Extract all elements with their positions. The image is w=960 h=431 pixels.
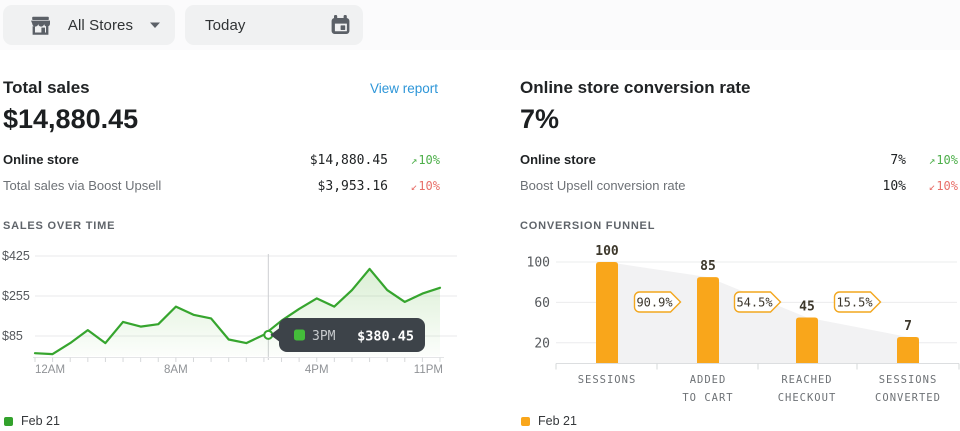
svg-text:11PM: 11PM <box>414 364 443 375</box>
metric-label: Online store <box>520 152 786 167</box>
svg-text:SESSIONS: SESSIONS <box>879 374 938 386</box>
metric-delta-badge: ↙10% <box>906 179 958 193</box>
svg-text:ADDED: ADDED <box>690 374 727 386</box>
metric-delta-badge: ↗10% <box>388 153 440 167</box>
trend-arrow-icon: ↗ <box>929 154 936 167</box>
metric-delta-badge: ↗10% <box>906 153 958 167</box>
conversion-funnel-heading: CONVERSION FUNNEL <box>520 220 655 232</box>
svg-text:90.9%: 90.9% <box>636 296 673 310</box>
metric-row-boost-upsell-sales: Total sales via Boost Upsell $3,953.16 ↙… <box>3 178 440 198</box>
trend-arrow-icon: ↙ <box>411 180 418 193</box>
svg-text:$85: $85 <box>2 329 23 343</box>
legend-label: Feb 21 <box>538 414 577 428</box>
svg-text:54.5%: 54.5% <box>736 296 773 310</box>
svg-text:SESSIONS: SESSIONS <box>578 374 637 386</box>
top-toolbar: All Stores Today <box>0 0 960 50</box>
metric-value: 7% <box>786 153 906 168</box>
svg-text:REACHED: REACHED <box>781 374 832 386</box>
conversion-rate-panel: Online store conversion rate 7% Online s… <box>520 50 960 431</box>
conversion-rate-value: 7% <box>520 104 559 135</box>
legend-swatch-green <box>4 417 13 426</box>
date-range-label: Today <box>205 17 246 34</box>
svg-text:15.5%: 15.5% <box>836 296 873 310</box>
metric-value: 10% <box>786 179 906 194</box>
trend-arrow-icon: ↗ <box>411 154 418 167</box>
svg-text:$380.45: $380.45 <box>357 329 414 345</box>
svg-text:CHECKOUT: CHECKOUT <box>778 392 837 404</box>
conversion-funnel-chart[interactable]: 100 60 20 100 85 45 7 90.9% 54.5% 15.5% SESSIONS AD… <box>520 240 960 415</box>
trend-arrow-icon: ↙ <box>929 180 936 193</box>
svg-text:$425: $425 <box>2 249 30 263</box>
conversion-rate-title: Online store conversion rate <box>520 78 751 98</box>
sales-chart-legend: Feb 21 <box>4 414 60 428</box>
total-sales-value: $14,880.45 <box>3 104 138 135</box>
metric-label: Online store <box>3 152 268 167</box>
funnel-chart-legend: Feb 21 <box>521 414 577 428</box>
svg-text:CONVERTED: CONVERTED <box>875 392 941 404</box>
delta-percent: 10% <box>936 153 958 167</box>
svg-text:$255: $255 <box>2 289 30 303</box>
store-selector-label: All Stores <box>68 17 133 34</box>
metric-row-online-store-rate: Online store 7% ↗10% <box>520 152 958 172</box>
sales-over-time-chart[interactable]: $425 $255 $85 12AM 8AM 4PM 11PM 3PM $380.45 <box>0 240 460 380</box>
svg-text:7: 7 <box>904 319 912 334</box>
svg-text:20: 20 <box>534 336 550 351</box>
metric-value: $14,880.45 <box>268 153 388 168</box>
legend-label: Feb 21 <box>21 414 60 428</box>
view-report-link[interactable]: View report <box>370 81 460 96</box>
chevron-down-icon <box>149 21 161 29</box>
svg-text:8AM: 8AM <box>164 364 188 375</box>
sales-over-time-heading: SALES OVER TIME <box>3 220 115 232</box>
analytics-dashboard: All Stores Today <box>0 0 960 431</box>
svg-text:45: 45 <box>799 300 815 315</box>
total-sales-title: Total sales <box>0 78 90 98</box>
delta-percent: 10% <box>936 179 958 193</box>
svg-text:TO CART: TO CART <box>682 392 733 404</box>
metric-label: Boost Upsell conversion rate <box>520 178 786 193</box>
metric-row-online-store-sales: Online store $14,880.45 ↗10% <box>3 152 440 172</box>
delta-percent: 10% <box>418 179 440 193</box>
svg-text:12AM: 12AM <box>35 364 65 375</box>
total-sales-panel: Total sales View report $14,880.45 Onlin… <box>0 50 460 431</box>
metric-label: Total sales via Boost Upsell <box>3 178 268 193</box>
legend-swatch-orange <box>521 417 530 426</box>
delta-percent: 10% <box>418 153 440 167</box>
svg-text:60: 60 <box>534 296 550 311</box>
date-range-button[interactable]: Today <box>185 5 363 45</box>
svg-text:100: 100 <box>527 256 550 271</box>
metric-row-boost-upsell-rate: Boost Upsell conversion rate 10% ↙10% <box>520 178 958 198</box>
metric-value: $3,953.16 <box>268 179 388 194</box>
svg-text:100: 100 <box>595 244 619 259</box>
store-selector-button[interactable]: All Stores <box>3 5 175 45</box>
calendar-icon <box>329 14 352 37</box>
svg-text:3PM: 3PM <box>312 329 336 344</box>
svg-text:85: 85 <box>700 259 716 274</box>
metric-delta-badge: ↙10% <box>388 179 440 193</box>
storefront-icon <box>29 15 52 36</box>
svg-text:4PM: 4PM <box>305 364 329 375</box>
